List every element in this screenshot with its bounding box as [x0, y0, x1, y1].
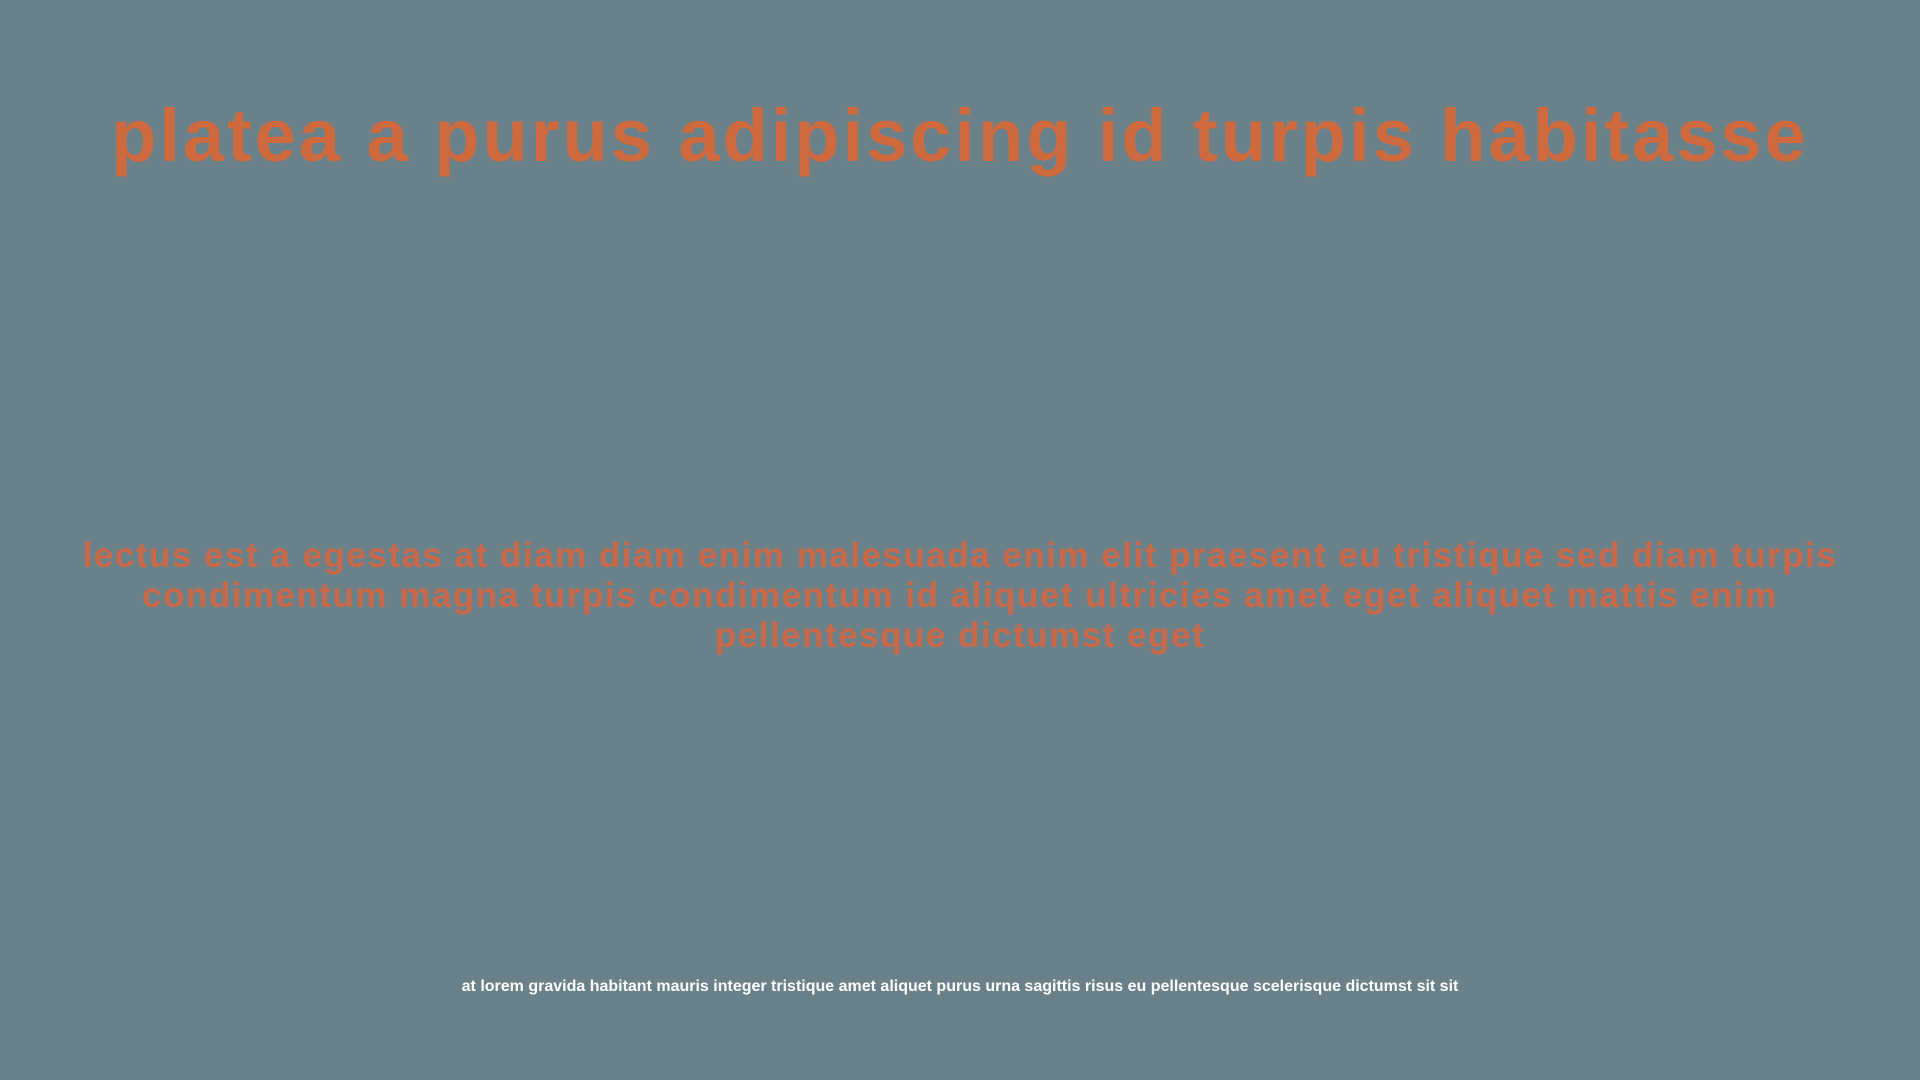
slide-canvas: platea a purus adipiscing id turpis habi… [0, 0, 1920, 1080]
slide-footer-text: at lorem gravida habitant mauris integer… [461, 978, 1459, 995]
slide-title: platea a purus adipiscing id turpis habi… [111, 94, 1809, 177]
slide-body-text: lectus est a egestas at diam diam enim m… [82, 536, 1838, 655]
